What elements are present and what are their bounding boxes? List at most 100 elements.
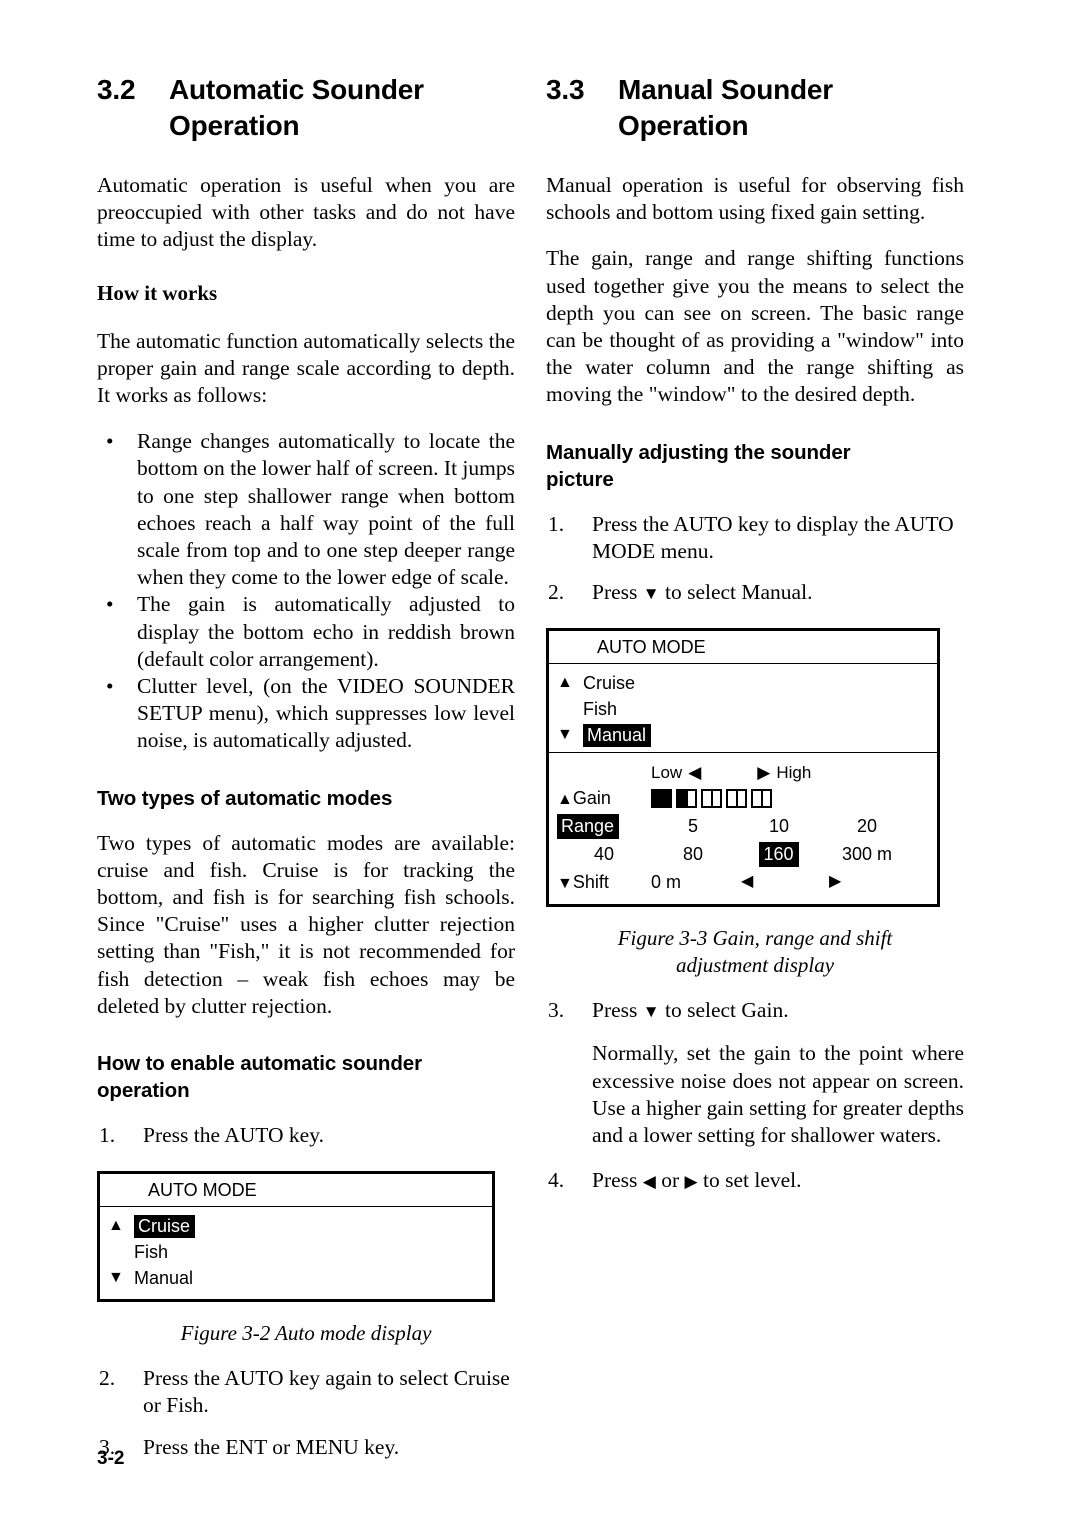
section-title-line1: Automatic Sounder	[169, 74, 424, 105]
manual-step-3: 3. Press ▼ to select Gain.	[546, 997, 964, 1024]
figure-caption: Figure 3-3 Gain, range and shift adjustm…	[546, 925, 964, 979]
intro-paragraph: Automatic operation is useful when you a…	[97, 173, 515, 252]
section-heading-3-2: 3.2 Automatic Sounder Operation	[97, 72, 515, 144]
left-column: 3.2 Automatic Sounder Operation Automati…	[97, 72, 515, 1461]
gain-segment[interactable]	[651, 788, 672, 808]
menu-title: AUTO MODE	[100, 1174, 492, 1208]
range-option[interactable]: 80	[651, 845, 735, 863]
triangle-left-icon[interactable]: ◀	[688, 764, 701, 781]
gain-segment[interactable]	[676, 788, 697, 808]
triangle-down-icon: ▼	[557, 726, 573, 744]
list-item: 2. Press the AUTO key again to select Cr…	[97, 1365, 515, 1419]
step-number: 2.	[99, 1366, 116, 1391]
enable-automatic-heading: How to enable automatic sounder operatio…	[97, 1050, 515, 1104]
list-item: 3. Press the ENT or MENU key.	[97, 1434, 515, 1461]
section-title: Manual Sounder Operation	[618, 72, 964, 144]
section-title-line1: Manual Sounder	[618, 74, 833, 105]
step-text-mid: or	[655, 1168, 685, 1193]
document-page: 3.2 Automatic Sounder Operation Automati…	[0, 0, 1080, 1528]
step-text: Press	[592, 580, 643, 605]
triangle-down-icon: ▼	[642, 1001, 660, 1021]
menu-item-label: Cruise	[134, 1214, 196, 1238]
triangle-right-icon[interactable]: ▶	[757, 764, 770, 781]
page-number-footer: 3-2	[97, 1448, 125, 1469]
manual-steps-first: 1. Press the AUTO key to display the AUT…	[546, 511, 964, 607]
gain-label: Gain	[572, 787, 611, 808]
menu-item-cruise[interactable]: ▲ Cruise	[100, 1213, 492, 1239]
adjust-heading-line1: Manually adjusting the sounder	[546, 440, 851, 464]
section-number: 3.2	[97, 74, 136, 105]
range-row-2[interactable]: 40 80 160 300 m	[549, 840, 937, 868]
manual-step-4: 4. Press ◀ or ▶ to set level.	[546, 1167, 964, 1194]
triangle-down-icon: ▼	[557, 874, 573, 892]
figure-caption-line2: adjustment display	[675, 953, 835, 978]
high-label: High	[776, 762, 812, 782]
figure-caption-line1: Figure 3-3 Gain, range and shift	[617, 926, 893, 951]
list-item: • Clutter level, (on the VIDEO SOUNDER SE…	[97, 673, 515, 755]
range-row-1[interactable]: Range 5 10 20	[549, 812, 937, 840]
gain-level-bar[interactable]	[651, 788, 772, 808]
section-title-line2: Operation	[618, 110, 749, 141]
shift-decrease-icon[interactable]: ◀	[735, 874, 829, 890]
menu-item-label: Manual	[583, 723, 652, 747]
step-text-after: to set level.	[697, 1168, 802, 1193]
right-column: 3.3 Manual Sounder Operation Manual oper…	[546, 72, 964, 1194]
triangle-down-icon: ▼	[642, 583, 660, 603]
triangle-up-icon: ▲	[557, 790, 573, 808]
section-heading-3-3: 3.3 Manual Sounder Operation	[546, 72, 964, 144]
menu-item-label: Fish	[134, 1242, 169, 1263]
gain-segment[interactable]	[726, 788, 747, 808]
menu-item-fish[interactable]: Fish	[100, 1239, 492, 1265]
list-item-text: Range changes automatically to locate th…	[137, 429, 515, 590]
enable-heading-line2: operation	[97, 1079, 190, 1103]
menu-item-label: Cruise	[583, 673, 636, 694]
range-label: Range	[557, 813, 620, 839]
list-item: 3. Press ▼ to select Gain.	[546, 997, 964, 1024]
figure-3-2: AUTO MODE ▲ Cruise Fish ▼ Manual Figure …	[97, 1171, 515, 1347]
list-item: 1. Press the AUTO key to display the AUT…	[546, 511, 964, 565]
menu-item-manual[interactable]: ▼ Manual	[549, 722, 937, 748]
range-label-cell: Range	[557, 813, 651, 839]
shift-row[interactable]: ▼Shift 0 m ◀ ▶	[549, 868, 937, 896]
menu-item-label: Fish	[583, 699, 618, 720]
gain-segment[interactable]	[751, 788, 772, 808]
adjust-section: Low ◀ ▶ High ▲Gain Range 5 10 20 40 80 1…	[549, 753, 937, 904]
step-text: Press	[592, 1168, 643, 1193]
menu-item-fish[interactable]: Fish	[549, 696, 937, 722]
list-item: 2. Press ▼ to select Manual.	[546, 579, 964, 606]
range-option-selected-cell: 160	[735, 842, 823, 868]
two-types-paragraph: Two types of automatic modes are availab…	[97, 830, 515, 1018]
menu-body: ▲ Cruise Fish ▼ Manual	[100, 1207, 492, 1299]
triangle-down-icon: ▼	[108, 1269, 124, 1287]
low-label: Low	[651, 762, 683, 782]
menu-item-label: Manual	[134, 1268, 194, 1289]
range-option[interactable]: 300 m	[823, 845, 911, 863]
range-option[interactable]: 10	[735, 817, 823, 835]
menu-item-cruise[interactable]: ▲ Cruise	[549, 670, 937, 696]
step-text: Press the AUTO key to display the AUTO M…	[592, 511, 954, 563]
gain-row[interactable]: ▲Gain	[549, 784, 937, 812]
step-text: Press	[592, 998, 643, 1023]
step-number: 1.	[99, 1123, 116, 1148]
list-item-text: The gain is automatically adjusted to di…	[137, 592, 515, 671]
manual-intro-paragraph: Manual operation is useful for observing…	[546, 173, 964, 225]
enable-heading-line1: How to enable automatic sounder	[97, 1052, 422, 1076]
gain-scale-legend: Low ◀ ▶ High	[549, 760, 937, 784]
range-option[interactable]: 40	[594, 844, 614, 864]
section-title-line2: Operation	[169, 110, 300, 141]
triangle-up-icon: ▲	[108, 1217, 124, 1235]
how-it-works-heading: How it works	[97, 280, 218, 305]
list-item-text: Clutter level, (on the VIDEO SOUNDER SET…	[137, 674, 515, 753]
shift-label-cell: ▼Shift	[557, 873, 651, 892]
menu-item-manual[interactable]: ▼ Manual	[100, 1265, 492, 1291]
range-option[interactable]: 20	[823, 817, 911, 835]
enable-steps-first: 1. Press the AUTO key.	[97, 1122, 515, 1149]
step-text: Press the AUTO key.	[143, 1123, 324, 1148]
gain-segment[interactable]	[701, 788, 722, 808]
shift-value: 0 m	[651, 872, 682, 893]
step-number: 2.	[548, 580, 565, 605]
shift-increase-icon[interactable]: ▶	[829, 874, 917, 890]
range-option[interactable]: 5	[651, 817, 735, 835]
range-option-selected[interactable]: 160	[759, 842, 799, 868]
step-text-after: to select Gain.	[659, 998, 789, 1023]
